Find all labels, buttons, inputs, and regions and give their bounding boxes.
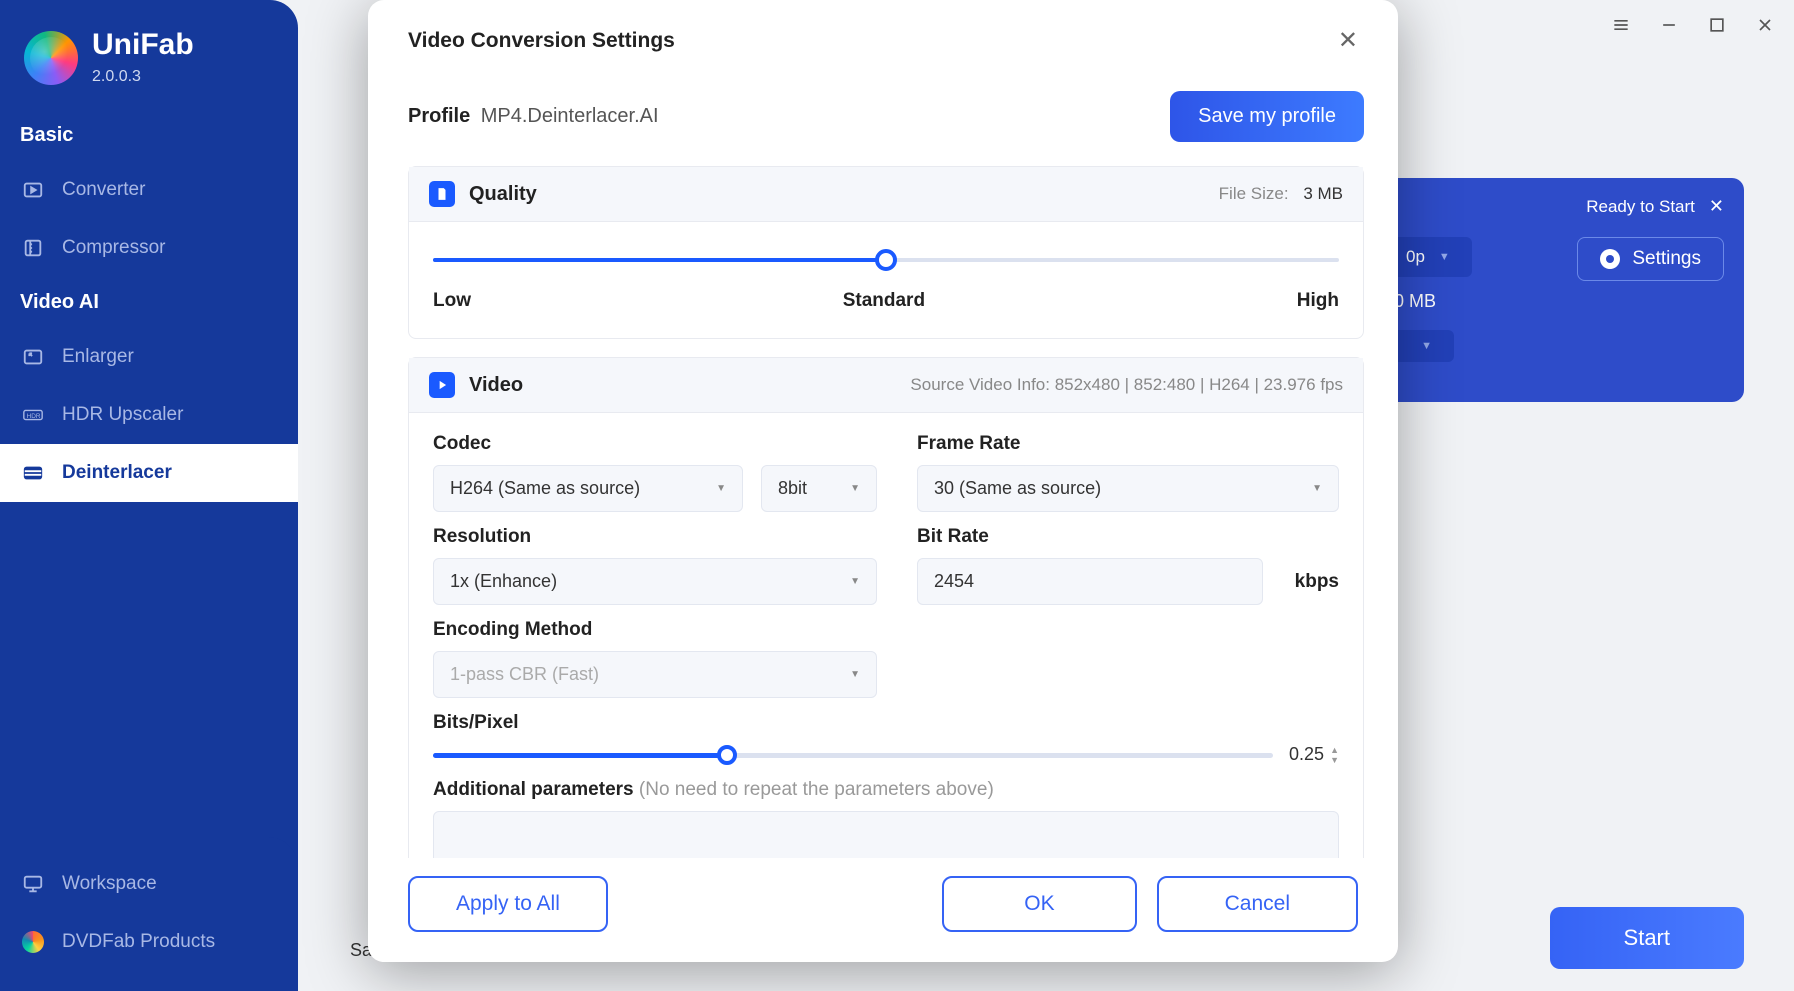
sidebar-item-label: Workspace <box>62 873 157 895</box>
profile-value: MP4.Deinterlacer.AI <box>481 105 659 127</box>
apply-to-all-button[interactable]: Apply to All <box>408 876 608 932</box>
sidebar-item-label: Compressor <box>62 237 165 259</box>
play-icon <box>429 372 455 398</box>
task-status: Ready to Start <box>1586 197 1695 217</box>
file-size-label: File Size: <box>1219 184 1289 203</box>
source-video-info: Source Video Info: 852x480 | 852:480 | H… <box>910 375 1343 395</box>
quality-title: Quality <box>469 183 537 206</box>
quality-section: Quality File Size: 3 MB Low Standard Hig… <box>408 166 1364 339</box>
chevron-down-icon: ▼ <box>850 483 860 494</box>
dialog-title: Video Conversion Settings <box>408 29 675 53</box>
sidebar-item-label: Deinterlacer <box>62 462 172 484</box>
encoding-label: Encoding Method <box>433 619 877 641</box>
framerate-label: Frame Rate <box>917 433 1339 455</box>
chevron-down-icon: ▼ <box>1312 483 1322 494</box>
sidebar-item-compressor[interactable]: Compressor <box>0 219 298 277</box>
bpp-stepper[interactable]: ▲▼ <box>1330 746 1339 764</box>
sidebar-item-hdr[interactable]: HDR HDR Upscaler <box>0 386 298 444</box>
resolution-label: Resolution <box>433 526 877 548</box>
video-section: Video Source Video Info: 852x480 | 852:4… <box>408 357 1364 858</box>
framerate-select[interactable]: 30 (Same as source)▼ <box>917 465 1339 512</box>
file-size-value: 3 MB <box>1303 184 1343 203</box>
chevron-down-icon: ▼ <box>850 576 860 587</box>
menu-icon[interactable] <box>1610 14 1632 36</box>
minimize-icon[interactable] <box>1658 14 1680 36</box>
bpp-value: 0.25 <box>1289 744 1324 765</box>
app-name: UniFab <box>92 30 194 60</box>
logo-icon <box>24 31 78 85</box>
monitor-icon <box>22 873 44 895</box>
video-conversion-settings-dialog: Video Conversion Settings ✕ Profile MP4.… <box>368 0 1398 962</box>
bitrate-unit: kbps <box>1295 571 1339 593</box>
sidebar-item-dvdfab[interactable]: DVDFab Products <box>0 913 298 971</box>
chevron-down-icon: ▼ <box>716 483 726 494</box>
settings-button[interactable]: Settings <box>1577 237 1724 281</box>
task-panel: Ready to Start ✕ 0p▼ 00 MB ▼ Settings <box>1364 178 1744 402</box>
start-button[interactable]: Start <box>1550 907 1744 969</box>
app-version: 2.0.0.3 <box>92 68 194 86</box>
gear-icon <box>1600 249 1620 269</box>
sidebar-item-deinterlacer[interactable]: Deinterlacer <box>0 444 298 502</box>
sidebar-section-videoai: Video AI <box>0 277 298 328</box>
bitrate-label: Bit Rate <box>917 526 1339 548</box>
sidebar-item-label: Converter <box>62 179 145 201</box>
sidebar-bottom: Workspace DVDFab Products <box>0 837 298 991</box>
quality-slider[interactable] <box>433 246 1339 276</box>
close-icon[interactable] <box>1754 14 1776 36</box>
bpp-slider[interactable] <box>433 745 1273 765</box>
bitdepth-select[interactable]: 8bit▼ <box>761 465 877 512</box>
sidebar-item-workspace[interactable]: Workspace <box>0 855 298 913</box>
sidebar-item-enlarger[interactable]: Enlarger <box>0 328 298 386</box>
sidebar-item-converter[interactable]: Converter <box>0 161 298 219</box>
sidebar-item-label: Enlarger <box>62 346 134 368</box>
codec-label: Codec <box>433 433 877 455</box>
dvdfab-icon <box>22 931 44 953</box>
hdr-icon: HDR <box>22 404 44 426</box>
sidebar-item-label: HDR Upscaler <box>62 404 183 426</box>
compress-icon <box>22 237 44 259</box>
maximize-icon[interactable] <box>1706 14 1728 36</box>
additional-params-input[interactable] <box>433 811 1339 858</box>
logo-area: UniFab 2.0.0.3 <box>0 0 298 110</box>
profile-label: Profile <box>408 105 470 127</box>
encoding-select[interactable]: 1-pass CBR (Fast)▼ <box>433 651 877 698</box>
deinterlace-icon <box>22 462 44 484</box>
additional-params-label: Additional parameters (No need to repeat… <box>433 779 1339 801</box>
sidebar-section-basic: Basic <box>0 110 298 161</box>
bpp-label: Bits/Pixel <box>433 712 1339 734</box>
enlarge-icon <box>22 346 44 368</box>
dialog-close-icon[interactable]: ✕ <box>1328 22 1368 59</box>
sidebar-item-label: DVDFab Products <box>62 931 215 953</box>
chevron-down-icon: ▼ <box>1421 340 1432 352</box>
document-icon <box>429 181 455 207</box>
resolution-select[interactable]: 1x (Enhance)▼ <box>433 558 877 605</box>
play-square-icon <box>22 179 44 201</box>
quality-low-label: Low <box>433 290 471 312</box>
codec-select[interactable]: H264 (Same as source)▼ <box>433 465 743 512</box>
svg-text:HDR: HDR <box>27 413 41 420</box>
quality-high-label: High <box>1297 290 1339 312</box>
bitrate-input[interactable]: 2454 <box>917 558 1263 605</box>
chevron-down-icon: ▼ <box>1439 251 1450 263</box>
quality-standard-label: Standard <box>843 290 925 312</box>
cancel-button[interactable]: Cancel <box>1157 876 1358 932</box>
task-close-icon[interactable]: ✕ <box>1709 196 1724 217</box>
ok-button[interactable]: OK <box>942 876 1136 932</box>
titlebar <box>1610 14 1776 36</box>
save-profile-button[interactable]: Save my profile <box>1170 91 1364 142</box>
video-title: Video <box>469 374 523 397</box>
chevron-down-icon: ▼ <box>850 669 860 680</box>
sidebar: UniFab 2.0.0.3 Basic Converter Compresso… <box>0 0 298 991</box>
